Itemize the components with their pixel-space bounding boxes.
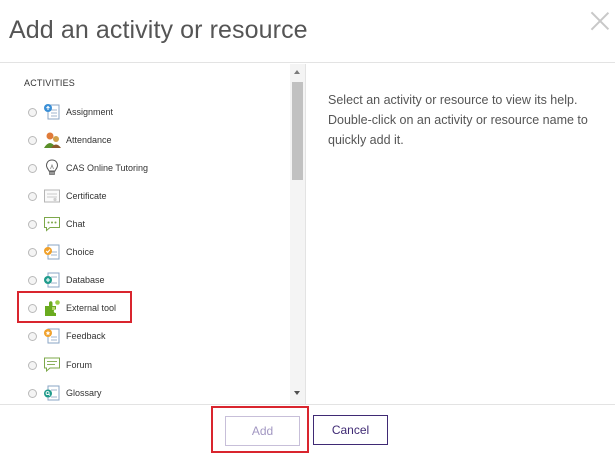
list-item-database[interactable]: Database — [0, 267, 290, 293]
list-item-label: Chat — [66, 219, 86, 229]
forum-icon — [44, 357, 60, 373]
cancel-button[interactable]: Cancel — [313, 415, 388, 445]
radio-button[interactable] — [28, 107, 37, 117]
radio-button[interactable] — [28, 135, 37, 145]
list-item-label: External tool — [66, 303, 117, 313]
radio-button[interactable] — [28, 331, 37, 341]
list-item-label: Forum — [66, 360, 93, 370]
attendance-icon — [44, 132, 61, 148]
list-item-glossary[interactable]: Glossary — [0, 380, 290, 404]
list-item-cas-online-tutoring[interactable]: CAS Online Tutoring — [0, 155, 290, 181]
section-label-activities: ACTIVITIES — [24, 78, 76, 88]
radio-button[interactable] — [28, 275, 37, 285]
choice-icon — [44, 244, 60, 260]
dialog-header: Add an activity or resource — [0, 0, 615, 63]
lightbulb-icon — [45, 159, 59, 175]
radio-button[interactable] — [28, 388, 37, 398]
radio-button[interactable] — [28, 247, 37, 257]
list-item-label: Glossary — [66, 388, 102, 398]
chat-icon — [44, 217, 60, 232]
list-item-label: Attendance — [66, 135, 112, 145]
activity-list[interactable]: ACTIVITIES Assignment Attendance CAS Onl… — [0, 64, 306, 404]
radio-button[interactable] — [28, 191, 37, 201]
list-item-forum[interactable]: Forum — [0, 352, 290, 378]
list-scrollbar[interactable] — [290, 64, 305, 404]
list-item-label: CAS Online Tutoring — [66, 163, 149, 173]
glossary-icon — [44, 385, 60, 401]
certificate-icon — [44, 189, 60, 203]
list-item-assignment[interactable]: Assignment — [0, 99, 290, 125]
scroll-down-arrow-icon[interactable] — [294, 391, 300, 395]
list-item-label: Choice — [66, 247, 95, 257]
list-item-label: Assignment — [66, 107, 114, 117]
assignment-icon — [44, 104, 60, 120]
list-item-external-tool[interactable]: External tool — [0, 295, 290, 321]
feedback-icon — [44, 328, 60, 344]
list-item-choice[interactable]: Choice — [0, 239, 290, 265]
scroll-up-arrow-icon[interactable] — [294, 70, 300, 74]
puzzle-icon — [45, 300, 60, 316]
scrollbar-thumb[interactable] — [292, 82, 303, 180]
dialog-title: Add an activity or resource — [9, 16, 308, 44]
database-icon — [44, 272, 60, 288]
list-item-chat[interactable]: Chat — [0, 211, 290, 237]
radio-button[interactable] — [28, 219, 37, 229]
radio-button[interactable] — [28, 360, 37, 370]
list-item-attendance[interactable]: Attendance — [0, 127, 290, 153]
close-icon[interactable] — [589, 9, 611, 31]
list-item-certificate[interactable]: Certificate — [0, 183, 290, 209]
list-item-label: Certificate — [66, 191, 107, 201]
radio-button[interactable] — [28, 303, 37, 313]
list-item-label: Database — [66, 275, 105, 285]
add-button[interactable]: Add — [225, 416, 300, 446]
list-item-label: Feedback — [66, 331, 106, 341]
list-item-feedback[interactable]: Feedback — [0, 323, 290, 349]
dialog-footer: Add Cancel — [0, 404, 615, 453]
help-text: Select an activity or resource to view i… — [328, 93, 588, 147]
radio-button[interactable] — [28, 163, 37, 173]
